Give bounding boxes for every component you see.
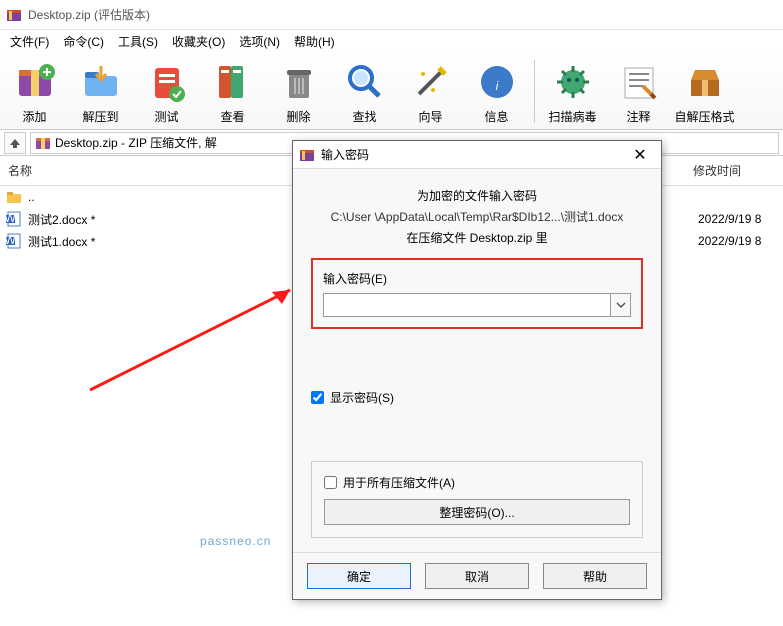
up-button[interactable]	[4, 132, 26, 154]
highlight-box: 输入密码(E)	[311, 258, 643, 329]
docx-icon: W	[6, 211, 22, 227]
annotation-arrow	[80, 270, 310, 410]
options-group: 用于所有压缩文件(A) 整理密码(O)...	[311, 461, 643, 538]
tool-find[interactable]: 查找	[332, 56, 397, 127]
app-icon	[299, 147, 315, 163]
dialog-archive-line: 在压缩文件 Desktop.zip 里	[311, 229, 643, 246]
menu-bar: 文件(F) 命令(C) 工具(S) 收藏夹(O) 选项(N) 帮助(H)	[0, 30, 783, 52]
password-input[interactable]	[323, 293, 611, 317]
wizard-icon	[407, 58, 455, 106]
find-icon	[341, 58, 389, 106]
view-icon	[209, 58, 257, 106]
menu-options[interactable]: 选项(N)	[233, 31, 286, 52]
virus-icon	[549, 58, 597, 106]
menu-file[interactable]: 文件(F)	[4, 31, 55, 52]
password-label: 输入密码(E)	[323, 270, 631, 287]
menu-favorites[interactable]: 收藏夹(O)	[166, 31, 231, 52]
tool-delete[interactable]: 删除	[266, 56, 331, 127]
tool-add[interactable]: 添加	[2, 56, 67, 127]
dialog-heading: 为加密的文件输入密码	[311, 187, 643, 204]
window-title: Desktop.zip (评估版本)	[28, 6, 150, 23]
sfx-icon	[681, 58, 729, 106]
delete-icon	[275, 58, 323, 106]
archive-icon	[35, 135, 51, 151]
file-mtime: 2022/9/19 8	[698, 212, 777, 226]
chevron-down-icon	[616, 300, 626, 310]
tool-virus-scan[interactable]: 扫描病毒	[540, 56, 605, 127]
test-icon	[143, 58, 191, 106]
tool-extract-to[interactable]: 解压到	[68, 56, 133, 127]
file-mtime: 2022/9/19 8	[698, 234, 777, 248]
show-password-check[interactable]	[311, 391, 324, 404]
tool-view[interactable]: 查看	[200, 56, 265, 127]
show-password-checkbox[interactable]: 显示密码(S)	[311, 389, 643, 406]
tool-test[interactable]: 测试	[134, 56, 199, 127]
use-all-checkbox[interactable]: 用于所有压缩文件(A)	[324, 474, 630, 491]
svg-text:W: W	[6, 233, 16, 247]
dialog-titlebar: 输入密码 ✕	[293, 141, 661, 169]
dialog-buttons: 确定 取消 帮助	[293, 552, 661, 599]
cancel-button[interactable]: 取消	[425, 563, 529, 589]
comment-icon	[615, 58, 663, 106]
folder-icon	[6, 189, 22, 205]
info-icon: i	[473, 58, 521, 106]
svg-text:W: W	[6, 211, 16, 225]
menu-tools[interactable]: 工具(S)	[112, 31, 164, 52]
password-dialog: 输入密码 ✕ 为加密的文件输入密码 C:\User \AppData\Local…	[292, 140, 662, 600]
watermark: passneo.cn	[200, 534, 271, 548]
toolbar: 添加 解压到 测试 查看 删除 查找 向导	[0, 52, 783, 130]
app-icon	[6, 7, 22, 23]
tool-info[interactable]: i 信息	[464, 56, 529, 127]
use-all-check[interactable]	[324, 476, 337, 489]
help-button[interactable]: 帮助	[543, 563, 647, 589]
window-titlebar: Desktop.zip (评估版本)	[0, 0, 783, 30]
add-icon	[11, 58, 59, 106]
svg-text:i: i	[495, 79, 498, 93]
tool-sfx[interactable]: 自解压格式	[672, 56, 737, 127]
tool-wizard[interactable]: 向导	[398, 56, 463, 127]
extract-icon	[77, 58, 125, 106]
ok-button[interactable]: 确定	[307, 563, 411, 589]
tool-comment[interactable]: 注释	[606, 56, 671, 127]
close-button[interactable]: ✕	[625, 145, 655, 165]
dialog-path: C:\User \AppData\Local\Temp\Rar$DIb12...…	[311, 208, 643, 225]
col-mtime[interactable]: 修改时间	[685, 156, 783, 185]
menu-command[interactable]: 命令(C)	[57, 31, 110, 52]
menu-help[interactable]: 帮助(H)	[288, 31, 341, 52]
dialog-title: 输入密码	[321, 146, 625, 163]
path-text: Desktop.zip - ZIP 压缩文件, 解	[55, 134, 217, 151]
docx-icon: W	[6, 233, 22, 249]
password-dropdown[interactable]	[611, 293, 631, 317]
organize-passwords-button[interactable]: 整理密码(O)...	[324, 499, 630, 525]
